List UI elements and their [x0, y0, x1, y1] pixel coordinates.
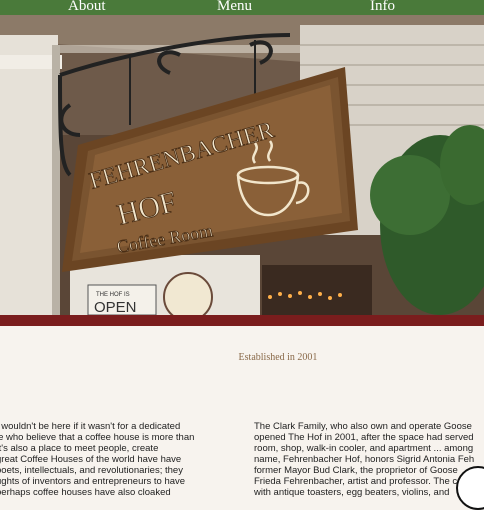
about-paragraph-left: t wouldn't be here if it wasn't for a de… — [0, 421, 195, 498]
nav-info-link[interactable]: Info — [370, 0, 395, 15]
about-text-left-column: t wouldn't be here if it wasn't for a de… — [0, 421, 256, 498]
accent-divider-bar — [0, 315, 484, 326]
established-tagline: Established in 2001 — [238, 352, 318, 363]
nav-menu-link[interactable]: Menu — [217, 0, 252, 15]
about-text-right-column: The Clark Family, who also own and opera… — [254, 421, 484, 498]
open-sign-text: OPEN — [94, 299, 137, 315]
about-paragraph-right: The Clark Family, who also own and opera… — [254, 421, 475, 498]
open-sign-top: THE HOF IS — [96, 292, 130, 298]
nav-about-link[interactable]: About — [68, 0, 106, 15]
hero-image: FEHRENBACHER HOF Coffee Room THE HOF IS … — [0, 15, 484, 315]
top-navigation-bar: About Menu Info — [0, 0, 484, 15]
storefront-sign-photo: FEHRENBACHER HOF Coffee Room THE HOF IS … — [0, 15, 484, 315]
